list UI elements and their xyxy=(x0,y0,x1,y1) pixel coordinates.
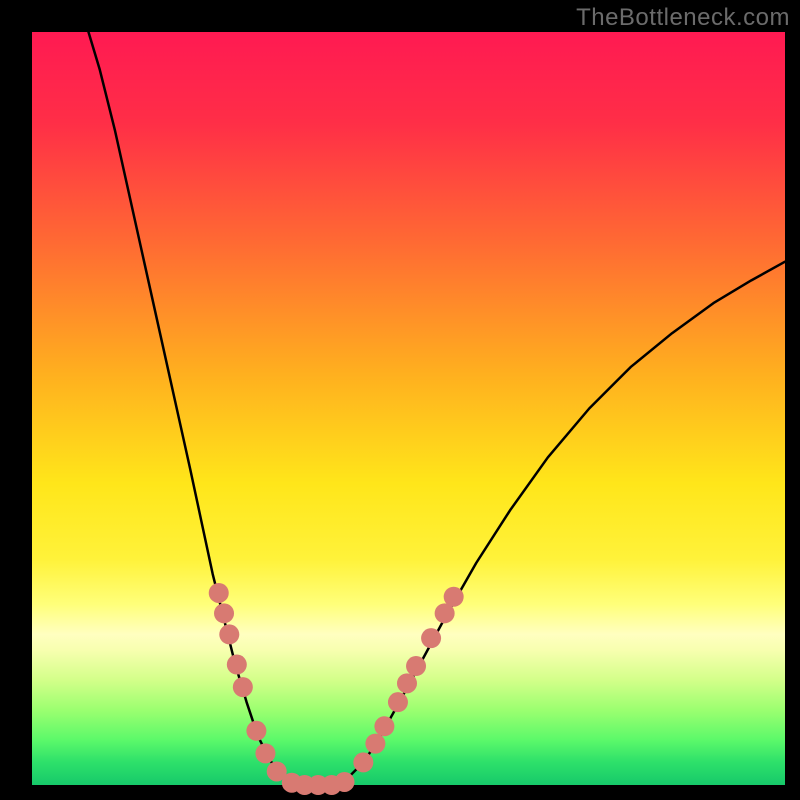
data-marker xyxy=(227,655,247,675)
data-marker xyxy=(219,624,239,644)
data-marker xyxy=(233,677,253,697)
chart-svg xyxy=(32,32,785,785)
data-marker xyxy=(209,583,229,603)
data-marker xyxy=(335,772,355,792)
data-marker xyxy=(388,692,408,712)
data-marker xyxy=(255,743,275,763)
data-marker xyxy=(406,656,426,676)
chart-frame: TheBottleneck.com xyxy=(0,0,800,800)
data-marker xyxy=(246,721,266,741)
data-marker xyxy=(421,628,441,648)
curve-segment xyxy=(88,32,303,785)
data-marker xyxy=(444,587,464,607)
data-marker xyxy=(397,673,417,693)
data-marker xyxy=(214,603,234,623)
data-marker xyxy=(353,752,373,772)
plot-area xyxy=(32,32,785,785)
watermark-text: TheBottleneck.com xyxy=(576,4,790,32)
data-marker xyxy=(374,716,394,736)
data-marker xyxy=(365,734,385,754)
